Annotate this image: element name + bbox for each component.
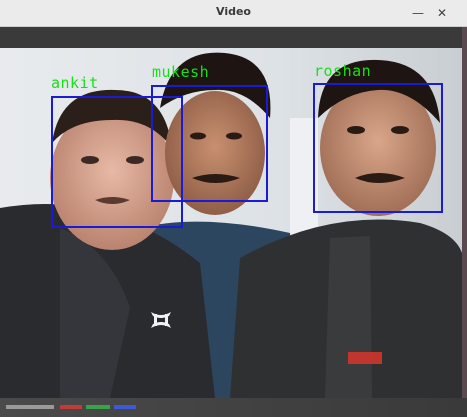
face-box-mukesh [151, 85, 268, 202]
window-toolbar [0, 27, 467, 48]
face-label-mukesh: mukesh [152, 63, 210, 81]
face-label-ankit: ankit [51, 74, 99, 92]
status-bar [0, 398, 467, 417]
window-titlebar: Video — ✕ [0, 0, 467, 27]
face-label-roshan: roshan [314, 62, 372, 80]
status-segment [86, 405, 110, 409]
close-icon: ✕ [436, 6, 448, 20]
status-segment [6, 405, 54, 409]
status-segment [114, 405, 136, 409]
minimize-button[interactable]: — [407, 2, 429, 24]
status-segment [60, 405, 82, 409]
window-edge [462, 27, 467, 417]
close-button[interactable]: ✕ [431, 2, 453, 24]
face-box-roshan [313, 83, 443, 213]
video-frame: ankit mukesh roshan [0, 48, 462, 398]
minimize-icon: — [412, 6, 424, 20]
window-title: Video [216, 5, 251, 18]
